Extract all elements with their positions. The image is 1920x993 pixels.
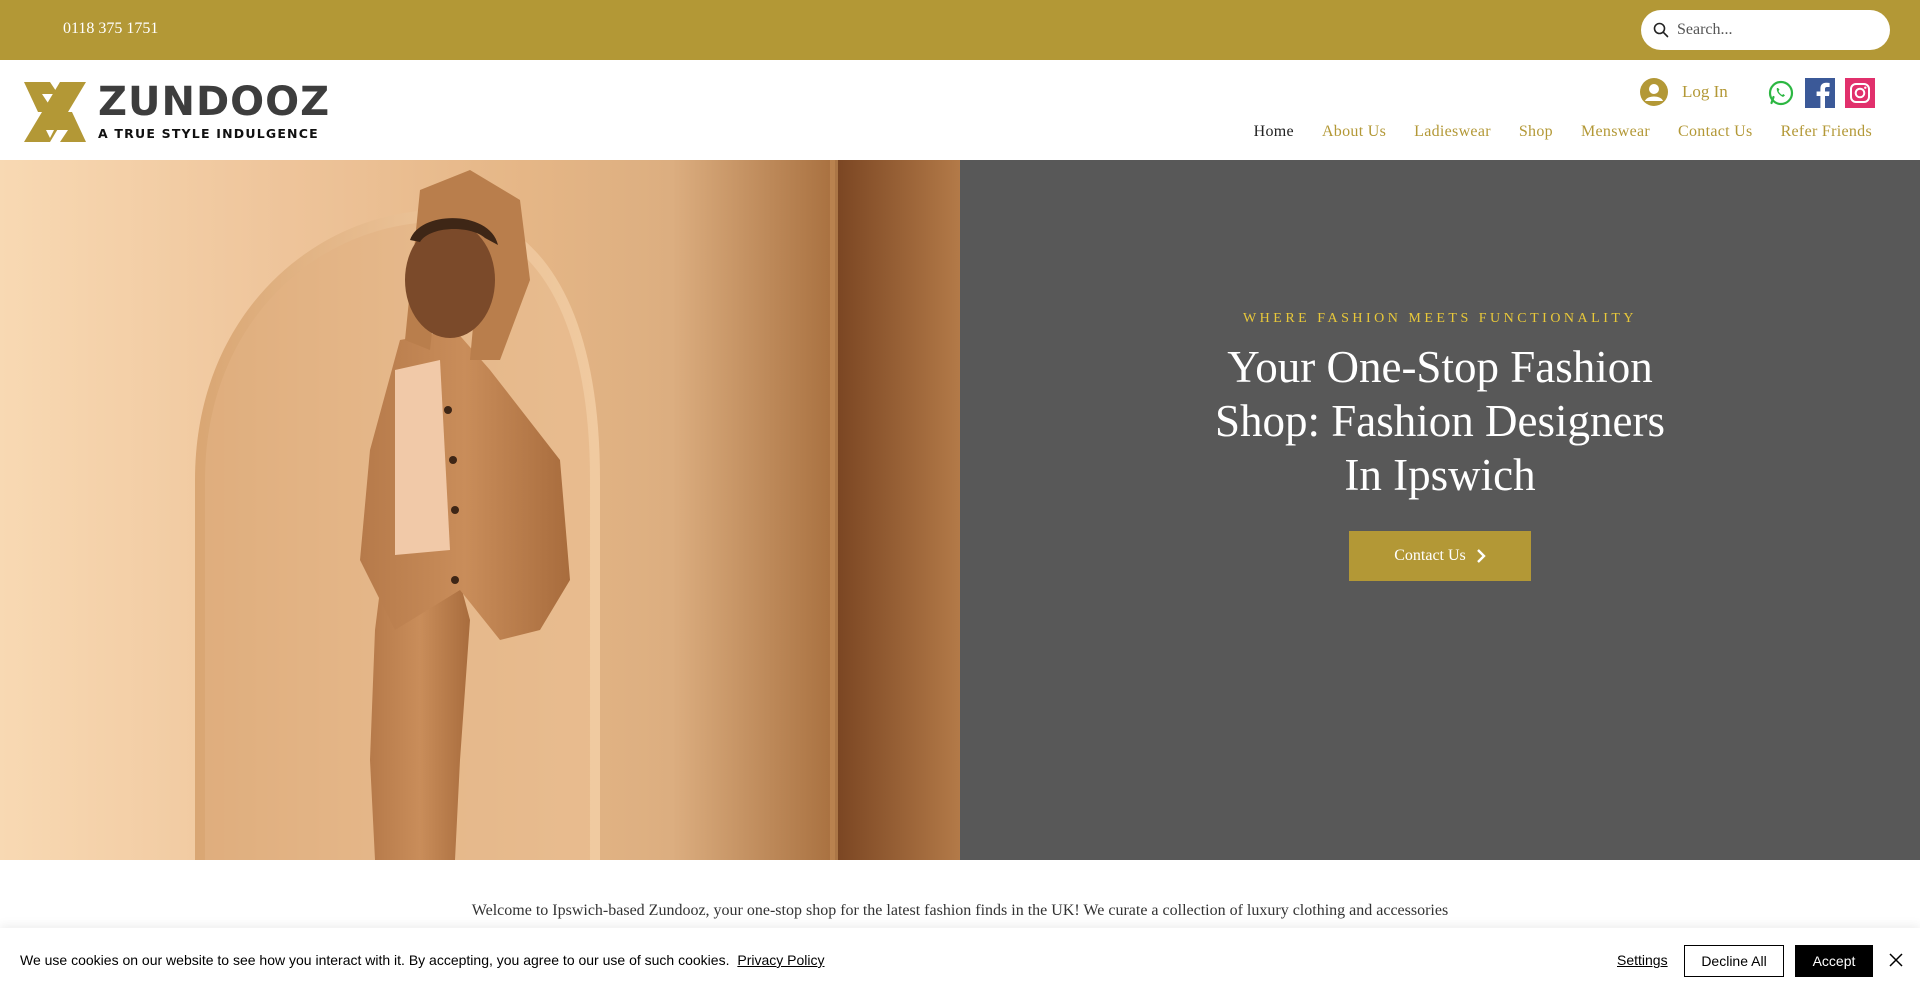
search-box[interactable] [1641,10,1890,50]
search-icon [1653,22,1669,38]
login-button[interactable]: Log In [1640,76,1728,108]
site-header: ZUNDOOZ A TRUE STYLE INDULGENCE Log In H… [0,60,1920,160]
whatsapp-icon[interactable] [1766,78,1796,108]
cookie-settings-link[interactable]: Settings [1617,952,1668,968]
accept-button[interactable]: Accept [1795,945,1873,977]
zundooz-logo-mark [24,82,86,142]
phone-number[interactable]: 0118 375 1751 [63,20,158,38]
site-logo[interactable]: ZUNDOOZ A TRUE STYLE INDULGENCE [24,79,329,142]
nav-about-us[interactable]: About Us [1308,123,1400,141]
nav-refer-friends[interactable]: Refer Friends [1767,123,1886,141]
logo-tagline: A TRUE STYLE INDULGENCE [98,126,319,141]
user-avatar-icon [1640,78,1668,106]
logo-wordmark: ZUNDOOZ [98,79,331,125]
instagram-icon[interactable] [1845,78,1875,108]
privacy-policy-link[interactable]: Privacy Policy [737,952,824,968]
search-input[interactable] [1677,18,1877,42]
nav-shop[interactable]: Shop [1505,123,1567,141]
close-icon[interactable] [1888,952,1904,968]
nav-home[interactable]: Home [1240,123,1308,141]
hero-section: WHERE FASHION MEETS FUNCTIONALITY Your O… [0,160,1920,860]
nav-ladieswear[interactable]: Ladieswear [1400,123,1505,141]
top-bar: 0118 375 1751 [0,0,1920,60]
hero-contact-button[interactable]: Contact Us [1349,531,1531,581]
main-nav: Home About Us Ladieswear Shop Menswear C… [1240,123,1886,141]
nav-menswear[interactable]: Menswear [1567,123,1664,141]
cookie-banner: We use cookies on our website to see how… [0,928,1920,993]
hero-content-panel: WHERE FASHION MEETS FUNCTIONALITY Your O… [960,160,1920,860]
facebook-icon[interactable] [1805,78,1835,108]
chevron-right-icon [1476,549,1486,563]
hero-headline: Your One-Stop Fashion Shop: Fashion Desi… [1215,342,1665,500]
login-label: Log In [1682,82,1728,101]
cookie-message-text: We use cookies on our website to see how… [20,952,730,968]
hero-eyebrow: WHERE FASHION MEETS FUNCTIONALITY [1242,311,1638,326]
hero-photo-illustration [195,160,960,860]
hero-contact-label: Contact Us [1394,547,1466,564]
decline-all-button[interactable]: Decline All [1684,945,1784,977]
nav-contact-us[interactable]: Contact Us [1664,123,1767,141]
cookie-message: We use cookies on our website to see how… [20,952,825,968]
welcome-text: Welcome to Ipswich-based Zundooz, your o… [471,902,1449,919]
hero-image [0,160,960,860]
